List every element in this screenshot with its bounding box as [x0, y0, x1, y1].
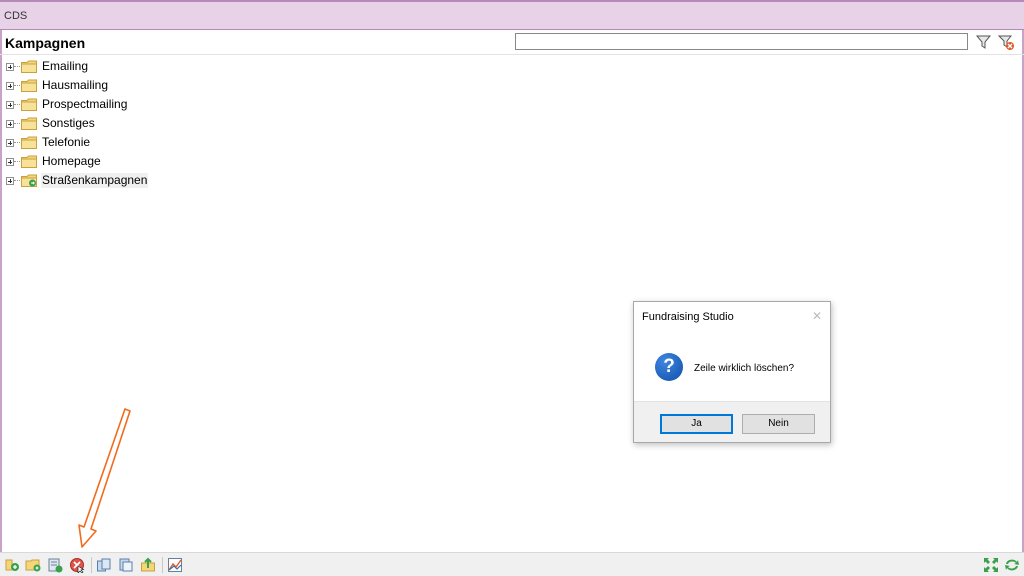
toolbar-separator — [162, 557, 163, 573]
tree-item-label: Homepage — [42, 154, 101, 168]
tree-item-strassenkampagnen[interactable]: Straßenkampagnen — [6, 171, 149, 190]
refresh-icon[interactable] — [1004, 557, 1020, 573]
duplicate-icon[interactable] — [118, 557, 134, 573]
annotation-arrow — [78, 408, 131, 548]
tree-item-label: Hausmailing — [42, 78, 109, 92]
page-title: Kampagnen — [5, 35, 86, 51]
folder-icon — [21, 117, 37, 130]
new-folder-icon[interactable] — [25, 557, 41, 573]
folder-icon — [21, 79, 37, 92]
tree-item-label: Straßenkampagnen — [41, 173, 149, 188]
tree-connector — [14, 142, 20, 143]
window-title: CDS — [4, 10, 28, 22]
delete-icon[interactable] — [69, 557, 85, 574]
folder-icon — [21, 155, 37, 168]
question-icon: ? — [655, 353, 683, 381]
tree-item-label: Prospectmailing — [42, 97, 128, 111]
tree-connector — [14, 180, 20, 181]
campaign-tree: Emailing Hausmailing Prospectmailing Son… — [6, 57, 149, 190]
panel-header: Kampagnen — [0, 30, 1024, 55]
window-frame-left — [0, 30, 2, 552]
toolbar-separator — [91, 557, 92, 573]
confirm-delete-dialog: Fundraising Studio ✕ ? Zeile wirklich lö… — [633, 301, 831, 443]
tree-item-label: Sonstiges — [42, 116, 95, 130]
filter-icon[interactable] — [975, 33, 993, 51]
tree-item-hausmailing[interactable]: Hausmailing — [6, 76, 148, 95]
expand-icon[interactable] — [6, 138, 14, 147]
tree-item-label: Emailing — [42, 59, 89, 73]
expand-icon[interactable] — [6, 119, 14, 128]
dialog-title: Fundraising Studio — [642, 311, 734, 323]
tree-connector — [14, 85, 20, 86]
window-titlebar: CDS — [0, 0, 1024, 30]
tree-connector — [14, 104, 20, 105]
tree-connector — [14, 161, 20, 162]
tree-item-homepage[interactable]: Homepage — [6, 152, 148, 171]
edit-icon[interactable] — [47, 557, 63, 573]
expand-icon[interactable] — [6, 81, 14, 90]
folder-icon — [21, 98, 37, 111]
close-icon[interactable]: ✕ — [812, 309, 822, 323]
folder-icon — [21, 60, 37, 73]
folder-special-icon — [21, 174, 37, 187]
dialog-footer: Ja Nein — [634, 401, 830, 442]
expand-all-icon[interactable] — [983, 557, 999, 573]
statistics-icon[interactable] — [167, 557, 183, 573]
expand-icon[interactable] — [6, 176, 14, 185]
yes-button[interactable]: Ja — [660, 414, 733, 434]
folder-icon — [21, 136, 37, 149]
expand-icon[interactable] — [6, 157, 14, 166]
copy-icon[interactable] — [96, 557, 112, 573]
expand-icon[interactable] — [6, 100, 14, 109]
tree-item-telefonie[interactable]: Telefonie — [6, 133, 148, 152]
new-campaign-icon[interactable] — [4, 557, 20, 573]
tree-item-emailing[interactable]: Emailing — [6, 57, 148, 76]
bottom-toolbar — [0, 552, 1024, 576]
no-button[interactable]: Nein — [742, 414, 815, 434]
tree-item-prospectmailing[interactable]: Prospectmailing — [6, 95, 148, 114]
export-icon[interactable] — [140, 557, 156, 573]
search-input[interactable] — [515, 33, 968, 50]
tree-item-label: Telefonie — [42, 135, 91, 149]
tree-connector — [14, 123, 20, 124]
dialog-message: Zeile wirklich löschen? — [694, 363, 795, 374]
expand-icon[interactable] — [6, 62, 14, 71]
tree-item-sonstiges[interactable]: Sonstiges — [6, 114, 148, 133]
clear-filter-icon[interactable] — [997, 33, 1015, 51]
tree-connector — [14, 66, 20, 67]
